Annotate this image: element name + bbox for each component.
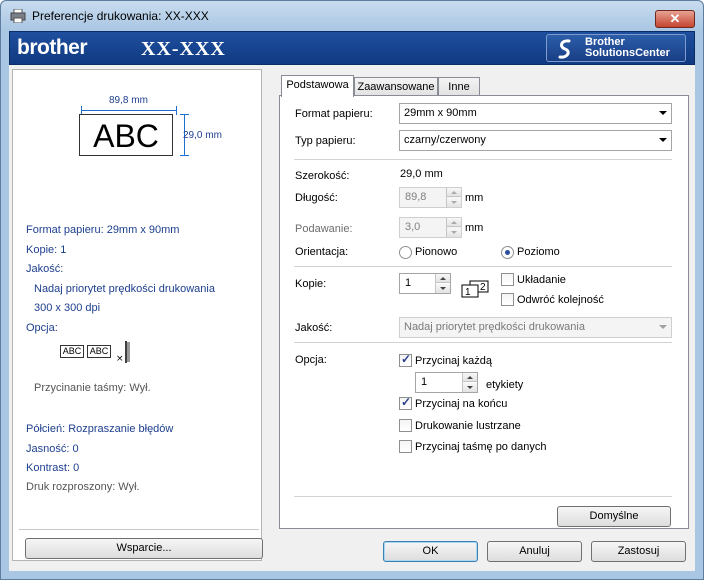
apply-button[interactable]: Zastosuj <box>591 541 686 562</box>
scissors-icon: × <box>116 341 130 363</box>
tab-basic[interactable]: Podstawowa <box>281 75 354 97</box>
summary-copies: Kopie: 1 <box>26 244 67 256</box>
paper-format-label: Format papieru: <box>295 108 373 120</box>
mirror-print-checkbox[interactable] <box>399 419 412 432</box>
support-button[interactable]: Wsparcie... <box>25 538 263 559</box>
summary-option-heading: Opcja: <box>26 322 58 334</box>
width-label: Szerokość: <box>295 170 350 182</box>
feed-spinner[interactable]: 3,0 <box>399 217 462 238</box>
title-bar[interactable]: Preferencje drukowania: XX-XXX ✕ <box>1 1 703 31</box>
spin-up-icon[interactable] <box>463 373 477 382</box>
feed-unit: mm <box>465 222 484 234</box>
copies-spinner[interactable]: 1 <box>399 273 451 294</box>
cut-at-end-label[interactable]: Przycinaj na końcu <box>415 398 507 410</box>
summary-tape-cut: Przycinanie taśmy: Wył. <box>34 382 151 394</box>
svg-text:×: × <box>116 354 124 363</box>
chevron-down-icon <box>659 138 667 142</box>
summary-halftone: Półcień: Rozpraszanie błędów <box>26 423 174 435</box>
summary-brightness: Jasność: 0 <box>26 443 79 455</box>
label-height-dimension: 29,0 mm <box>183 130 222 141</box>
dialog-body: 89,8 mm ABC 29,0 mm Format papieru: 29mm… <box>9 65 695 571</box>
cut-option-icon: ABC ABC × <box>60 341 130 363</box>
quality-label: Jakość: <box>295 322 333 334</box>
window-title: Preferencje drukowania: XX-XXX <box>32 9 209 23</box>
length-unit: mm <box>465 192 484 204</box>
svg-text:2: 2 <box>480 282 486 293</box>
paper-type-select[interactable]: czarny/czerwony <box>399 130 672 151</box>
width-value: 29,0 mm <box>400 168 443 180</box>
mirror-print-label[interactable]: Drukowanie lustrzane <box>415 420 521 432</box>
solutions-center-icon <box>558 39 571 59</box>
cancel-button[interactable]: Anuluj <box>487 541 582 562</box>
reverse-order-checkbox[interactable] <box>501 293 514 306</box>
summary-quality-value: Nadaj priorytet prędkości drukowania <box>34 283 215 295</box>
cut-each-checkbox[interactable] <box>399 352 412 367</box>
option-label: Opcja: <box>295 354 327 366</box>
solutions-center-button[interactable]: Brother SolutionsCenter <box>546 34 686 62</box>
collate-icon: 1 2 <box>461 280 489 298</box>
label-preview: 89,8 mm ABC 29,0 mm <box>23 92 253 172</box>
label-preview-box: ABC <box>79 114 173 156</box>
model-name: XX-XXX <box>141 38 226 60</box>
collate-checkbox[interactable] <box>501 273 514 286</box>
cut-at-end-checkbox[interactable] <box>399 395 412 410</box>
tab-other[interactable]: Inne <box>438 77 480 97</box>
length-spinner[interactable]: 89,8 <box>399 187 462 208</box>
printer-icon <box>10 9 26 23</box>
summary-paper-format: Format papieru: 29mm x 90mm <box>26 224 180 236</box>
summary-resolution: 300 x 300 dpi <box>34 302 101 314</box>
chevron-down-icon <box>659 111 667 115</box>
cut-tape-after-data-checkbox[interactable] <box>399 440 412 453</box>
summary-distributed-print: Druk rozproszony: Wył. <box>26 481 140 493</box>
collate-label[interactable]: Układanie <box>517 274 566 286</box>
portrait-radio[interactable] <box>399 246 412 259</box>
tab-advanced[interactable]: Zaawansowane <box>354 77 438 97</box>
portrait-label[interactable]: Pionowo <box>415 246 457 258</box>
close-button[interactable]: ✕ <box>655 10 695 28</box>
spin-up-icon[interactable] <box>436 274 450 283</box>
cut-tape-after-data-label[interactable]: Przycinaj taśmę po danych <box>415 441 546 453</box>
summary-contrast: Kontrast: 0 <box>26 462 80 474</box>
spin-down-icon[interactable] <box>436 284 450 293</box>
brand-bar: brother XX-XXX Brother SolutionsCenter <box>9 31 695 65</box>
paper-format-select[interactable]: 29mm x 90mm <box>399 103 672 124</box>
cut-each-spinner[interactable]: 1 <box>415 372 478 393</box>
feed-label: Podawanie: <box>295 223 353 235</box>
quality-select[interactable]: Nadaj priorytet prędkości drukowania <box>399 317 672 338</box>
ok-button[interactable]: OK <box>383 541 478 562</box>
cut-each-label[interactable]: Przycinaj każdą <box>415 355 492 367</box>
solutions-center-label: Brother SolutionsCenter <box>585 36 670 59</box>
reverse-order-label[interactable]: Odwróć kolejność <box>517 294 604 306</box>
length-label: Długość: <box>295 192 338 204</box>
tab-page-basic: Format papieru: 29mm x 90mm Typ papieru:… <box>279 95 689 529</box>
defaults-button[interactable]: Domyślne <box>557 506 671 527</box>
print-preferences-window: Preferencje drukowania: XX-XXX ✕ brother… <box>0 0 704 580</box>
landscape-label[interactable]: Poziomo <box>517 246 560 258</box>
copies-label: Kopie: <box>295 278 327 290</box>
spin-down-icon[interactable] <box>463 383 477 392</box>
paper-type-label: Typ papieru: <box>295 135 356 147</box>
label-width-dimension: 89,8 mm <box>109 95 148 106</box>
brother-logo: brother <box>17 36 88 59</box>
summary-quality-heading: Jakość: <box>26 263 64 275</box>
landscape-radio[interactable] <box>501 246 514 259</box>
preview-panel: 89,8 mm ABC 29,0 mm Format papieru: 29mm… <box>12 69 263 561</box>
orientation-label: Orientacja: <box>295 246 349 258</box>
labels-word: etykiety <box>486 379 524 391</box>
chevron-down-icon <box>659 325 667 329</box>
svg-text:1: 1 <box>465 287 471 298</box>
